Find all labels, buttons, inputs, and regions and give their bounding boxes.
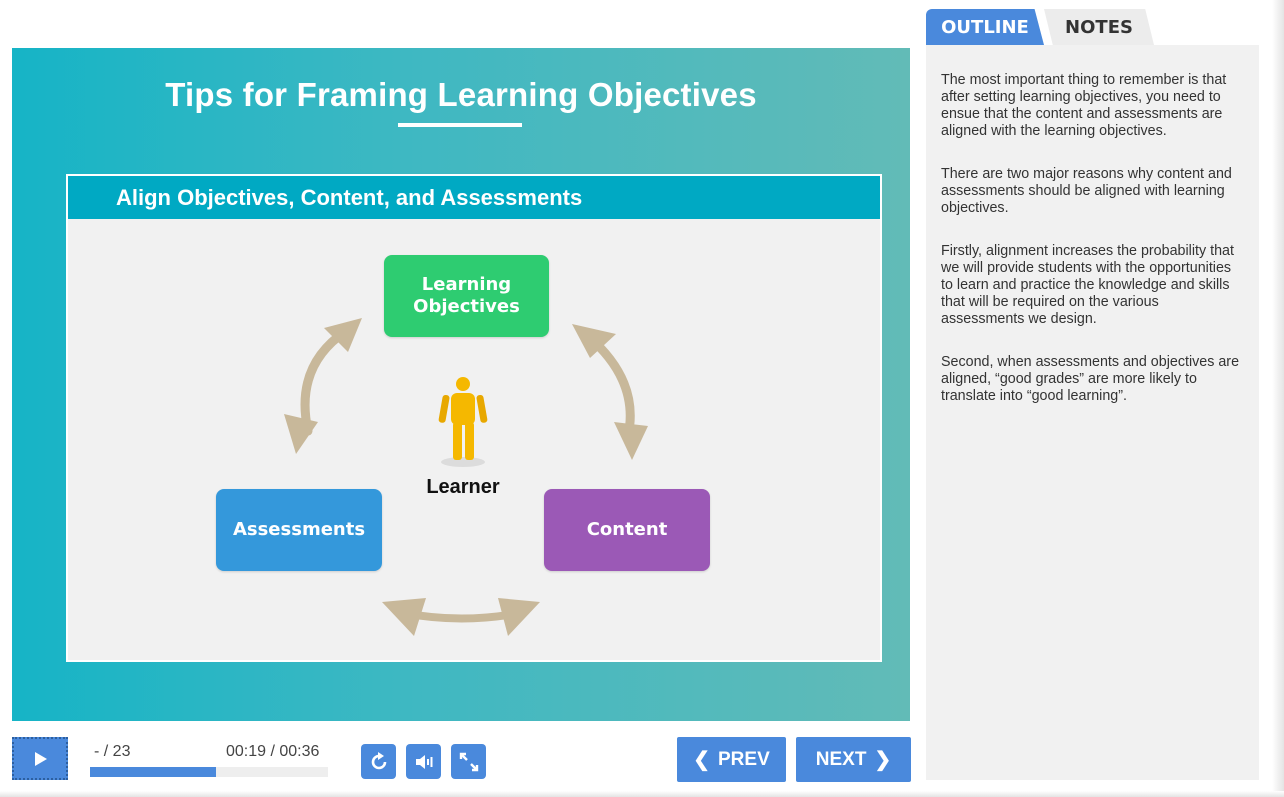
content-label: Content bbox=[586, 519, 668, 540]
volume-button[interactable] bbox=[406, 744, 441, 779]
chevron-left-icon: ❮ bbox=[693, 749, 710, 771]
play-icon bbox=[35, 751, 47, 766]
notes-paragraph: Firstly, alignment increases the probabi… bbox=[941, 243, 1234, 327]
prev-button[interactable]: ❮ PREV bbox=[677, 737, 786, 782]
play-button[interactable] bbox=[12, 737, 68, 780]
assessments-box: Assessments bbox=[216, 489, 382, 571]
learner-figure-icon bbox=[438, 377, 488, 467]
next-label: NEXT bbox=[815, 748, 867, 770]
notes-text: The most important thing to remember is … bbox=[941, 72, 1246, 431]
replay-icon bbox=[371, 751, 386, 769]
tab-notes-label: NOTES bbox=[1065, 16, 1133, 38]
slide-counter: - / 23 bbox=[94, 743, 131, 760]
window-edge-bottom bbox=[0, 791, 1284, 797]
title-underline bbox=[398, 123, 522, 127]
notes-paragraph: Second, when assessments and objectives … bbox=[941, 354, 1240, 404]
replay-button[interactable] bbox=[361, 744, 396, 779]
fullscreen-icon bbox=[459, 752, 478, 771]
volume-icon bbox=[415, 754, 432, 769]
arrow-assessments-content bbox=[382, 598, 540, 636]
next-button[interactable]: NEXT ❯ bbox=[796, 737, 911, 782]
objectives-box: Learning Objectives bbox=[384, 255, 549, 337]
objectives-label-line1: Learning bbox=[421, 274, 512, 295]
arrow-objectives-content bbox=[572, 324, 648, 460]
objectives-label-line2: Objectives bbox=[413, 296, 520, 317]
window-edge bbox=[1272, 0, 1284, 797]
slide-stage: Tips for Framing Learning Objectives Ali… bbox=[12, 48, 910, 721]
time-readout: 00:19 / 00:36 bbox=[226, 743, 320, 760]
chevron-right-icon: ❯ bbox=[874, 749, 892, 771]
notes-panel: The most important thing to remember is … bbox=[926, 45, 1259, 780]
tab-outline[interactable]: OUTLINE bbox=[926, 9, 1044, 45]
slide-title: Tips for Framing Learning Objectives bbox=[165, 76, 757, 113]
prev-label: PREV bbox=[718, 748, 770, 770]
progress-bar[interactable] bbox=[90, 767, 328, 777]
cycle-arrows bbox=[284, 318, 648, 636]
assessments-label: Assessments bbox=[232, 519, 366, 540]
notes-paragraph: There are two major reasons why content … bbox=[941, 166, 1232, 216]
notes-paragraph: The most important thing to remember is … bbox=[941, 72, 1227, 139]
content-box: Content bbox=[544, 489, 710, 571]
diagram-panel: Align Objectives, Content, and Assessmen… bbox=[66, 174, 882, 662]
progress-fill bbox=[90, 767, 217, 777]
learner-label: Learner bbox=[426, 476, 500, 498]
arrow-assessments-objectives bbox=[284, 318, 362, 454]
fullscreen-button[interactable] bbox=[451, 744, 486, 779]
tab-notes[interactable]: NOTES bbox=[1044, 9, 1154, 45]
tab-outline-label: OUTLINE bbox=[941, 16, 1029, 38]
